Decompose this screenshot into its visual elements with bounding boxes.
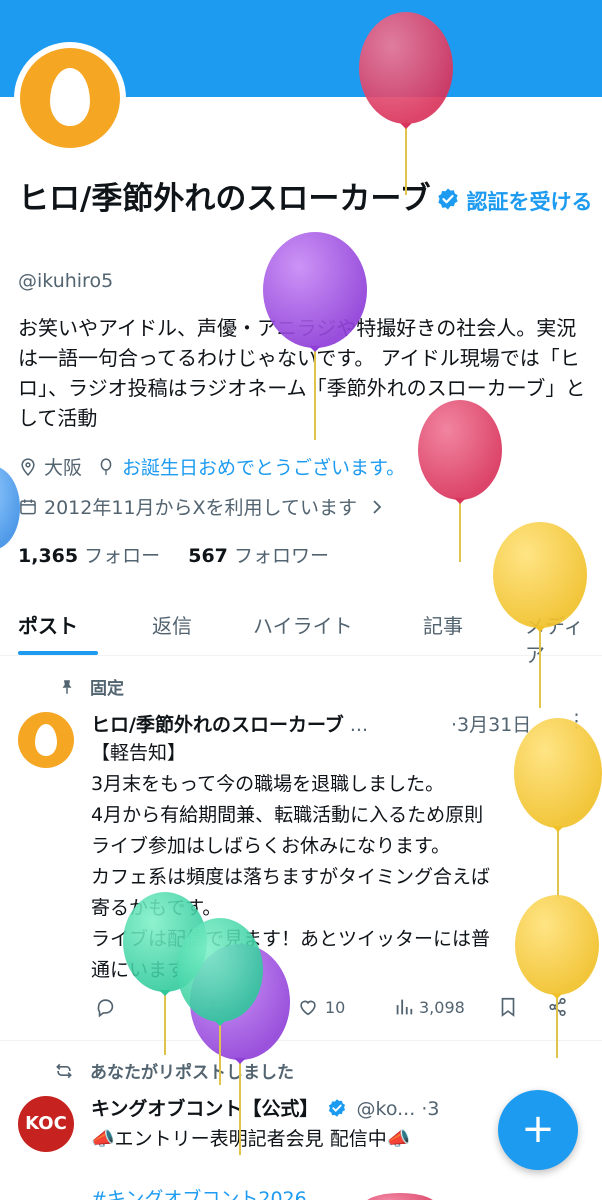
profile-tabs: ポスト 返信 ハイライト 記事 メディア — [0, 598, 602, 667]
egg-icon — [35, 724, 57, 756]
second-post-author[interactable]: キングオブコント【公式】 — [91, 1098, 318, 1120]
heart-icon — [300, 1000, 316, 1016]
profile-bio: お笑いやアイドル、声優・アニラジや特撮好きの社会人。実況は一語一句合ってるわけじ… — [18, 316, 586, 430]
avatar-image — [20, 48, 120, 148]
balloon — [367, 1193, 433, 1200]
bookmark-button[interactable] — [497, 996, 519, 1018]
profile-avatar[interactable] — [14, 42, 126, 154]
second-post-date[interactable]: ·3 — [421, 1098, 439, 1120]
reply-button[interactable] — [95, 996, 117, 1018]
post-date[interactable]: ·3月31日 — [451, 710, 531, 737]
follow-stats: 1,365 フォロー 567 フォロワー — [18, 541, 329, 568]
post-line: カフェ系は頻度は落ちますがタイミング合えば — [91, 866, 491, 888]
post-author-ellipsis: ... — [349, 714, 368, 736]
second-post-handle[interactable]: @ko... — [357, 1098, 416, 1120]
verified-badge-icon — [438, 188, 459, 210]
tab-replies[interactable]: 返信 — [152, 610, 192, 639]
following-count: 1,365 — [18, 545, 79, 567]
pinned-label: 固定 — [90, 679, 124, 699]
second-post-text: 📣エントリー表明記者会見 配信中📣 — [91, 1128, 411, 1150]
compose-post-button[interactable]: + — [498, 1090, 578, 1170]
tab-media[interactable]: メディア — [525, 610, 602, 668]
followers-link[interactable]: 567 フォロワー — [188, 545, 329, 567]
chevron-right-icon — [373, 499, 382, 514]
post-line: 3月末をもって今の職場を退職しました。 — [91, 773, 445, 795]
location-icon — [21, 457, 35, 476]
tab-articles[interactable]: 記事 — [423, 610, 463, 639]
joined-text: 2012年11月からXを利用しています — [44, 497, 357, 519]
balloon-icon — [100, 457, 112, 475]
profile-name-row: ヒロ/季節外れのスローカーブ 認証を受ける — [18, 178, 593, 223]
post-line: 通にいます。 — [91, 959, 204, 981]
active-tab-indicator — [18, 651, 98, 655]
like-button[interactable]: 10 — [297, 996, 345, 1018]
pin-icon — [62, 679, 72, 694]
post-header: ヒロ/季節外れのスローカーブ ... ·3月31日 ⋮ — [91, 710, 591, 737]
more-options-icon[interactable]: ⋮ — [567, 710, 586, 732]
profile-meta-row: 大阪 お誕生日おめでとうございます。 — [18, 453, 405, 480]
reply-icon — [97, 999, 114, 1018]
post-text: 【軽告知】 3月末をもって今の職場を退職しました。 4月から有給期間兼、転職活動… — [91, 738, 591, 986]
pinned-indicator: 固定 — [58, 674, 124, 699]
post-line: 4月から有給期間兼、転職活動に入るため原則 — [91, 804, 484, 826]
location-text: 大阪 — [44, 457, 83, 479]
balloon — [0, 467, 20, 549]
followers-label: フォロワー — [233, 545, 329, 567]
repost-button[interactable] — [207, 996, 229, 1018]
tab-highlights[interactable]: ハイライト — [253, 610, 353, 639]
joined-row[interactable]: 2012年11月からXを利用しています — [18, 493, 385, 520]
bookmark-icon — [501, 997, 515, 1017]
post-line: 【軽告知】 — [91, 742, 187, 764]
repost-indicator: あなたがリポストしました — [54, 1058, 294, 1083]
profile-handle: @ikuhiro5 — [18, 270, 114, 292]
verified-badge-icon — [329, 1099, 346, 1117]
post-line: ライブは配信で見ます！あとツイッターには普 — [91, 928, 491, 950]
tab-posts[interactable]: ポスト — [18, 610, 78, 639]
repost-icon — [209, 999, 227, 1015]
calendar-icon — [20, 499, 36, 514]
post-author-name[interactable]: ヒロ/季節外れのスローカーブ — [91, 714, 344, 736]
following-label: フォロー — [84, 545, 161, 567]
followers-count: 567 — [188, 545, 228, 567]
second-post-header: キングオブコント【公式】 @ko... ·3 — [91, 1094, 491, 1121]
following-link[interactable]: 1,365 フォロー — [18, 545, 160, 567]
post-actions: 10 3,098 — [91, 996, 591, 1026]
profile-name: ヒロ/季節外れのスローカーブ — [18, 181, 431, 217]
second-post-hashtag[interactable]: #キングオブコント2026 — [91, 1184, 307, 1200]
post-divider — [0, 1040, 602, 1041]
post-line: ライブ参加はしばらくお休みになります。 — [91, 835, 451, 857]
get-verified-link[interactable]: 認証を受ける — [466, 190, 592, 214]
views-count: 3,098 — [419, 997, 465, 1017]
like-count: 10 — [325, 997, 346, 1017]
repost-label: あなたがリポストしました — [90, 1063, 294, 1083]
views-button[interactable]: 3,098 — [393, 996, 465, 1018]
birthday-link[interactable]: お誕生日おめでとうございます。 — [122, 453, 405, 480]
share-icon — [549, 997, 566, 1017]
repost-icon — [56, 1063, 72, 1078]
share-button[interactable] — [547, 996, 569, 1018]
second-post-avatar[interactable]: KOC — [18, 1096, 74, 1152]
egg-icon — [50, 68, 90, 126]
post-line: 寄るかもです。 — [91, 897, 222, 919]
views-icon — [396, 999, 413, 1015]
post-author-avatar[interactable] — [18, 712, 74, 768]
